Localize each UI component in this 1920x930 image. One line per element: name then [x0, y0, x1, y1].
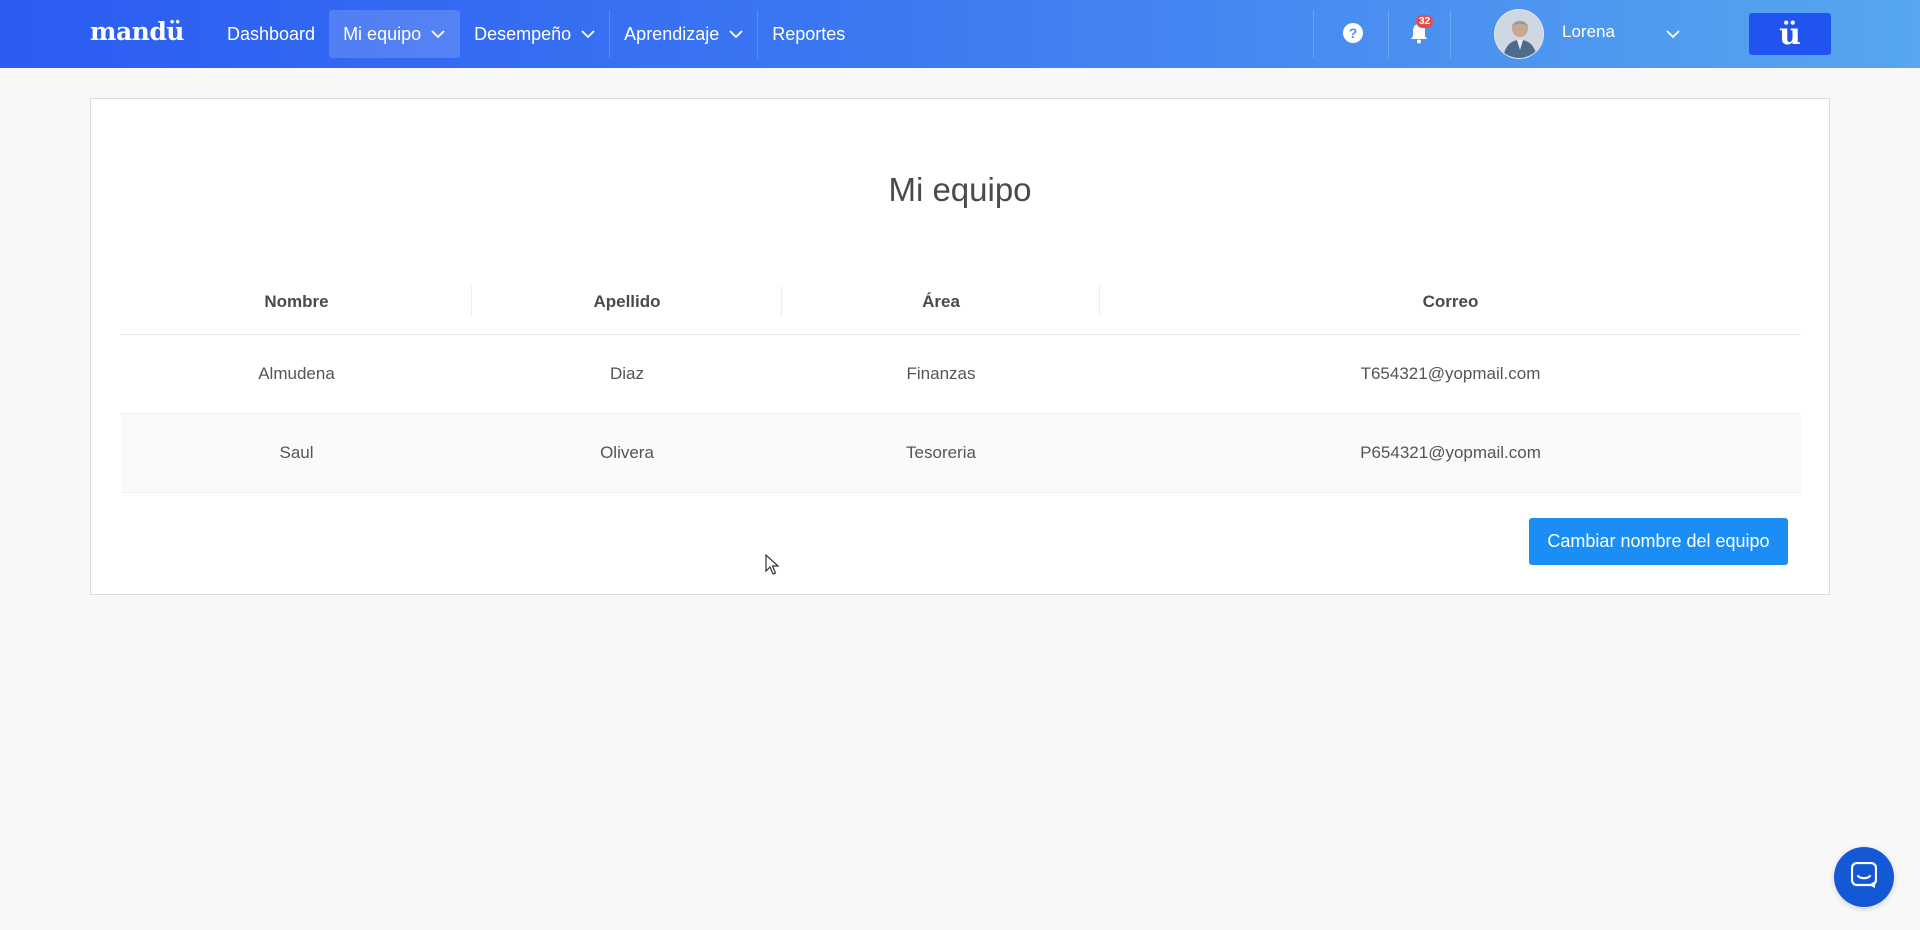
top-navbar: mandü Dashboard Mi equipo Desempeño Apre… — [0, 0, 1920, 68]
nav-reportes[interactable]: Reportes — [758, 10, 859, 58]
header-divider — [1388, 10, 1389, 58]
cell-correo: T654321@yopmail.com — [1360, 364, 1541, 383]
team-card: Mi equipo Nombre Apellido Área Correo Al… — [90, 98, 1830, 595]
chat-icon — [1850, 861, 1878, 893]
nav-aprendizaje-label: Aprendizaje — [624, 23, 720, 44]
column-header-label: Apellido — [593, 291, 661, 311]
column-header-correo[interactable]: Correo — [1100, 292, 1801, 312]
nav-mi-equipo-label: Mi equipo — [343, 23, 422, 44]
chevron-down-icon — [431, 29, 445, 39]
chat-button[interactable] — [1834, 847, 1894, 907]
cell-area: Tesoreria — [906, 443, 976, 462]
column-header-label: Área — [922, 291, 960, 311]
main-nav: Dashboard Mi equipo Desempeño Aprendizaj… — [213, 10, 859, 58]
header-divider — [1450, 10, 1451, 58]
chevron-down-icon[interactable] — [1666, 26, 1680, 44]
table-header: Nombre Apellido Área Correo — [121, 269, 1801, 335]
chevron-down-icon — [729, 29, 743, 39]
column-header-apellido[interactable]: Apellido — [472, 285, 782, 316]
page-title: Mi equipo — [888, 171, 1032, 208]
cell-nombre: Saul — [279, 443, 314, 462]
nav-desempeno[interactable]: Desempeño — [460, 10, 609, 58]
table-row[interactable]: Saul Olivera Tesoreria P654321@yopmail.c… — [121, 414, 1801, 493]
cell-apellido: Olivera — [600, 443, 654, 462]
cell-nombre: Almudena — [258, 364, 335, 383]
cell-apellido: Diaz — [609, 364, 644, 383]
cell-correo: P654321@yopmail.com — [1360, 443, 1541, 462]
nav-dashboard[interactable]: Dashboard — [213, 10, 329, 58]
column-header-nombre[interactable]: Nombre — [121, 285, 472, 316]
nav-mi-equipo[interactable]: Mi equipo — [329, 10, 460, 58]
nav-desempeno-label: Desempeño — [474, 23, 572, 44]
nav-reportes-label: Reportes — [772, 23, 846, 44]
column-header-label: Correo — [1422, 291, 1479, 311]
nav-aprendizaje[interactable]: Aprendizaje — [610, 10, 757, 58]
cell-area: Finanzas — [906, 364, 976, 383]
column-header-label: Nombre — [264, 291, 329, 311]
logo[interactable]: mandü — [90, 17, 184, 46]
brand-button[interactable]: ü — [1749, 13, 1831, 55]
notification-badge: 32 — [1416, 15, 1434, 28]
chevron-down-icon — [581, 29, 595, 39]
column-header-area[interactable]: Área — [782, 285, 1100, 316]
table-row[interactable]: Almudena Diaz Finanzas T654321@yopmail.c… — [121, 335, 1801, 414]
header-divider — [1313, 10, 1314, 58]
rename-team-button[interactable]: Cambiar nombre del equipo — [1529, 518, 1788, 565]
nav-dashboard-label: Dashboard — [227, 23, 316, 44]
mouse-cursor-icon — [765, 553, 780, 581]
user-name[interactable]: Lorena — [1562, 22, 1615, 42]
help-icon[interactable]: ? — [1343, 23, 1363, 43]
team-table: Nombre Apellido Área Correo Almudena Dia… — [121, 269, 1801, 493]
avatar[interactable] — [1494, 9, 1544, 59]
